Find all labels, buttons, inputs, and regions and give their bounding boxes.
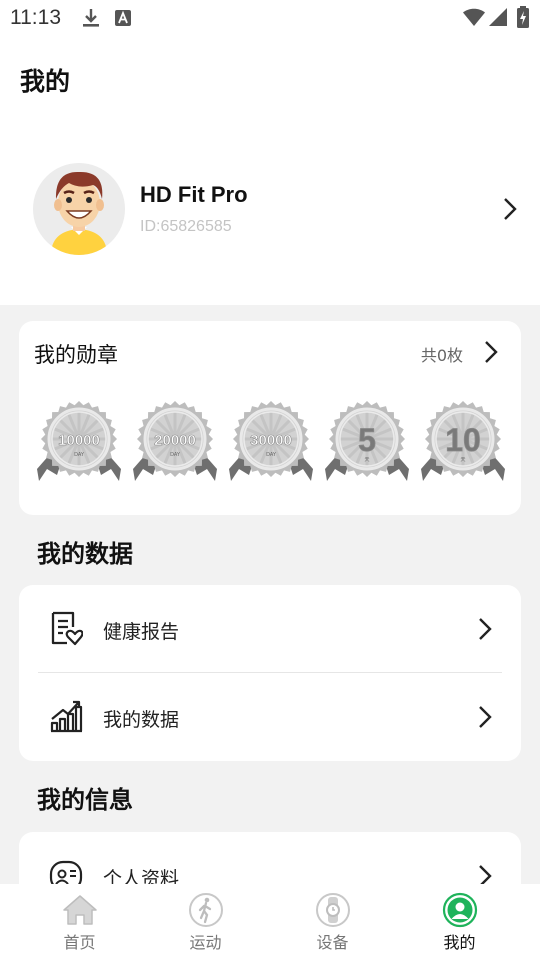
medal-badge[interactable]: 20000 DAY	[129, 399, 221, 491]
chevron-right-icon	[479, 706, 492, 728]
tab-mine[interactable]: 我的	[392, 884, 527, 960]
my-data-card: 健康报告 我的数据	[19, 585, 521, 761]
medal-unit: DAY	[266, 452, 277, 458]
medal-unit: DAY	[74, 452, 85, 458]
medals-card[interactable]: 我的勋章 共0枚 10000 DAY 20000 DAY 30000 DAY 5 天 10 天	[19, 321, 521, 515]
menu-item-label: 我的数据	[103, 709, 180, 731]
chevron-right-icon	[479, 618, 492, 640]
medals-title: 我的勋章	[34, 343, 118, 367]
tab-label: 首页	[63, 933, 96, 952]
watch-icon	[315, 893, 350, 927]
tab-sport[interactable]: 运动	[138, 884, 273, 960]
tab-device[interactable]: 设备	[265, 884, 400, 960]
wifi-icon	[463, 8, 485, 26]
bottom-tab-bar: 首页 运动 设备 我的	[0, 884, 540, 960]
medal-badge[interactable]: 10000 DAY	[33, 399, 125, 491]
profile-id: ID:65826585	[140, 218, 232, 235]
health-report-icon	[51, 611, 83, 646]
chevron-right-icon[interactable]	[483, 339, 499, 365]
menu-item-label: 健康报告	[103, 621, 180, 643]
tab-label: 我的	[443, 933, 476, 952]
medal-unit: 天	[364, 457, 369, 463]
home-icon	[62, 895, 97, 925]
battery-icon	[517, 6, 529, 28]
medal-unit: DAY	[170, 452, 181, 458]
medal-unit: 天	[460, 457, 465, 463]
medal-value: 5	[358, 422, 376, 458]
keyboard-a-icon	[115, 10, 131, 26]
menu-item-my-data[interactable]: 我的数据	[19, 673, 521, 761]
medal-badge[interactable]: 30000 DAY	[225, 399, 317, 491]
avatar[interactable]	[33, 163, 125, 255]
medal-badge[interactable]: 5天	[321, 399, 413, 491]
my-data-title: 我的数据	[37, 540, 133, 568]
medals-count: 共0枚	[420, 346, 463, 365]
chevron-right-icon[interactable]	[502, 196, 518, 222]
status-time: 11:13	[10, 6, 61, 29]
profile-header[interactable]: HD Fit Pro ID:65826585	[0, 160, 540, 260]
bar-chart-icon	[50, 700, 83, 733]
medal-value: 30000	[250, 432, 292, 449]
tab-label: 设备	[316, 933, 349, 952]
medal-value: 20000	[154, 432, 196, 449]
tab-home[interactable]: 首页	[12, 884, 147, 960]
medal-list: 10000 DAY 20000 DAY 30000 DAY 5 天 10 天	[33, 399, 507, 491]
user-icon	[442, 892, 477, 928]
medal-value: 10	[445, 422, 481, 458]
page-title: 我的	[20, 67, 71, 96]
run-icon	[188, 893, 223, 927]
medal-value: 10000	[58, 432, 100, 449]
signal-icon	[489, 8, 507, 26]
profile-name: HD Fit Pro	[140, 182, 248, 207]
menu-item-health-report[interactable]: 健康报告	[19, 585, 521, 673]
medal-badge[interactable]: 10 天	[417, 399, 509, 491]
my-info-title: 我的信息	[37, 786, 133, 814]
download-icon	[83, 9, 99, 27]
status-bar: 11:13	[0, 0, 540, 36]
tab-label: 运动	[189, 933, 222, 952]
